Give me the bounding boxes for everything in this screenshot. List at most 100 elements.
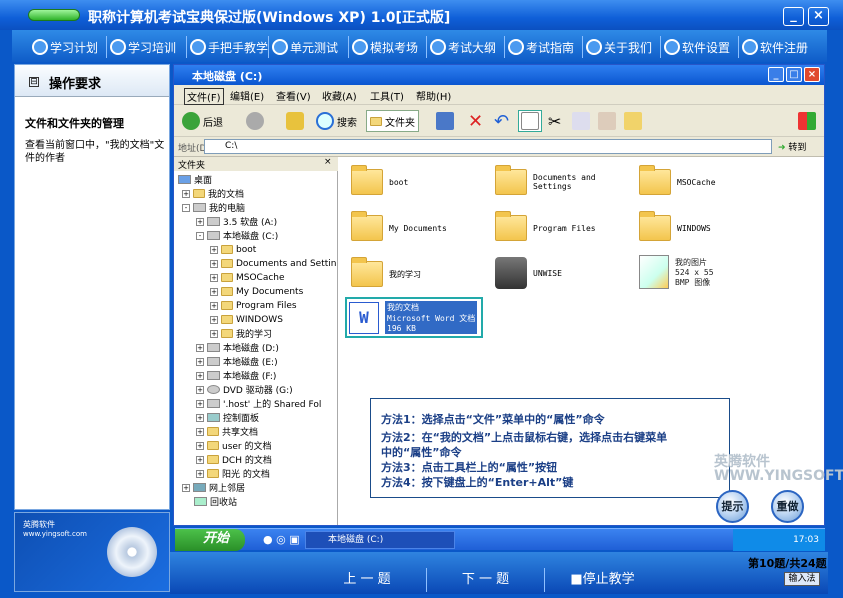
expand-icon[interactable]: + bbox=[196, 399, 204, 408]
nav-training[interactable]: 学习培训 bbox=[106, 36, 176, 58]
forward-button[interactable] bbox=[246, 110, 264, 132]
expand-icon[interactable]: + bbox=[196, 455, 204, 464]
copy-button[interactable] bbox=[572, 110, 590, 132]
nav-study-plan[interactable]: 学习计划 bbox=[32, 36, 98, 58]
expand-icon[interactable]: + bbox=[182, 483, 190, 492]
expand-icon[interactable]: + bbox=[210, 315, 218, 324]
expand-icon[interactable]: + bbox=[196, 217, 204, 226]
expand-icon[interactable]: + bbox=[210, 273, 218, 282]
tree-network[interactable]: + 网上邻居 bbox=[182, 481, 245, 494]
expand-icon[interactable]: + bbox=[210, 259, 218, 268]
tree-folder[interactable]: + WINDOWS bbox=[210, 313, 283, 326]
tree-folder[interactable]: + user 的文档 bbox=[196, 439, 272, 452]
menu-file[interactable]: 文件(F) bbox=[184, 88, 224, 105]
tree-mydocs[interactable]: + 我的文档 bbox=[182, 187, 244, 200]
nav-guide[interactable]: 考试指南 bbox=[504, 36, 574, 58]
item-msocache[interactable]: MSOCache bbox=[639, 165, 716, 195]
close-pane-icon[interactable]: × bbox=[324, 157, 332, 167]
tree-mycomputer[interactable]: - 我的电脑 bbox=[182, 201, 245, 214]
item-unwise[interactable]: UNWISE bbox=[495, 257, 562, 289]
item-boot[interactable]: boot bbox=[351, 165, 408, 195]
up-button[interactable] bbox=[286, 110, 304, 132]
cut-button[interactable]: ✂ bbox=[548, 110, 561, 132]
ime-button[interactable]: 输入法 bbox=[784, 572, 820, 586]
go-button[interactable]: ➜ 转到 bbox=[778, 140, 806, 153]
xp-close-button[interactable]: × bbox=[804, 67, 820, 82]
tree-desktop[interactable]: 桌面 bbox=[178, 173, 212, 186]
prev-question-button[interactable]: 上 一 题 bbox=[308, 568, 426, 592]
expand-icon[interactable]: + bbox=[196, 385, 204, 394]
tree-drive[interactable]: + 本地磁盘 (F:) bbox=[196, 369, 276, 382]
tree-recycle-bin[interactable]: 回收站 bbox=[194, 495, 237, 508]
tree-floppy[interactable]: +3.5 软盘 (A:) bbox=[196, 215, 277, 228]
address-input[interactable]: C:\ bbox=[204, 139, 772, 154]
tree-folder[interactable]: + 共享文档 bbox=[196, 425, 258, 438]
expand-icon[interactable]: + bbox=[210, 245, 218, 254]
nav-about[interactable]: 关于我们 bbox=[582, 36, 652, 58]
tree-drive[interactable]: + 本地磁盘 (E:) bbox=[196, 355, 278, 368]
minimize-button[interactable]: _ bbox=[783, 7, 804, 26]
tree-shared[interactable]: + '.host' 上的 Shared Fol bbox=[196, 397, 321, 410]
tree-folder[interactable]: + 我的学习 bbox=[210, 327, 272, 340]
expand-icon[interactable]: + bbox=[196, 413, 204, 422]
tree-drive[interactable]: + 本地磁盘 (D:) bbox=[196, 341, 279, 354]
menu-favorites[interactable]: 收藏(A) bbox=[322, 88, 357, 103]
expand-icon[interactable]: + bbox=[196, 357, 204, 366]
expand-icon[interactable]: + bbox=[210, 301, 218, 310]
undo-button[interactable]: ↶ bbox=[494, 110, 509, 132]
item-my-documents[interactable]: My Documents bbox=[351, 211, 447, 241]
stop-teaching-button[interactable]: ■停止教学 bbox=[544, 568, 660, 592]
tree-dvd[interactable]: + DVD 驱动器 (G:) bbox=[196, 383, 293, 396]
search-button[interactable]: 搜索 bbox=[316, 110, 357, 132]
nav-settings[interactable]: 软件设置 bbox=[660, 36, 730, 58]
nav-tutorial[interactable]: 手把手教学 bbox=[186, 36, 268, 58]
expand-icon[interactable]: + bbox=[210, 329, 218, 338]
tree-folder[interactable]: + Documents and Settin bbox=[210, 257, 336, 270]
expand-icon[interactable]: + bbox=[196, 371, 204, 380]
collapse-icon[interactable]: - bbox=[182, 203, 190, 212]
expand-icon[interactable]: + bbox=[196, 469, 204, 478]
item-my-document-word[interactable]: W 我的文档 Microsoft Word 文档 196 KB bbox=[345, 297, 484, 338]
next-question-button[interactable]: 下 一 题 bbox=[426, 568, 544, 592]
delete-button[interactable]: ✕ bbox=[468, 110, 483, 132]
item-windows[interactable]: WINDOWS bbox=[639, 211, 711, 241]
folders-button[interactable]: 文件夹 bbox=[366, 110, 419, 132]
xp-minimize-button[interactable]: _ bbox=[768, 67, 784, 82]
back-button[interactable]: 后退 bbox=[182, 110, 223, 132]
tree-folder[interactable]: + boot bbox=[210, 243, 256, 256]
item-my-pictures[interactable]: 我的图片 524 x 55 BMP 图像 bbox=[639, 255, 714, 289]
item-program-files[interactable]: Program Files bbox=[495, 211, 596, 241]
nav-syllabus[interactable]: 考试大纲 bbox=[426, 36, 496, 58]
item-study-folder[interactable]: 我的学习 bbox=[351, 257, 421, 287]
tree-folder[interactable]: + Program Files bbox=[210, 299, 297, 312]
expand-icon[interactable]: + bbox=[196, 343, 204, 352]
nav-unit-test[interactable]: 单元测试 bbox=[268, 36, 338, 58]
tree-folder[interactable]: + DCH 的文档 bbox=[196, 453, 272, 466]
tree-folder[interactable]: + MSOCache bbox=[210, 271, 285, 284]
menu-tools[interactable]: 工具(T) bbox=[370, 88, 404, 103]
expand-icon[interactable]: + bbox=[182, 189, 190, 198]
properties-button[interactable] bbox=[518, 110, 542, 132]
tree-control-panel[interactable]: + 控制面板 bbox=[196, 411, 259, 424]
quicklaunch-icons[interactable]: ● ◎ ▣ bbox=[263, 533, 300, 546]
collapse-icon[interactable]: - bbox=[196, 231, 204, 240]
tree-folder[interactable]: + My Documents bbox=[210, 285, 303, 298]
start-button[interactable]: 开始 bbox=[175, 529, 245, 551]
redo-button[interactable]: 重做 bbox=[771, 490, 804, 523]
menu-edit[interactable]: 编辑(E) bbox=[230, 88, 264, 103]
expand-icon[interactable]: + bbox=[196, 441, 204, 450]
views-button[interactable] bbox=[436, 110, 454, 132]
tree-drive-c[interactable]: - 本地磁盘 (C:) bbox=[196, 229, 278, 242]
menu-help[interactable]: 帮助(H) bbox=[416, 88, 451, 103]
folder-options-button[interactable] bbox=[624, 110, 642, 132]
nav-mock-exam[interactable]: 模拟考场 bbox=[348, 36, 418, 58]
taskbar-window-button[interactable]: 本地磁盘 (C:) bbox=[305, 531, 455, 549]
xp-maximize-button[interactable]: □ bbox=[786, 67, 802, 82]
collapse-icon[interactable]: ⊟ bbox=[29, 77, 39, 87]
tree-folder[interactable]: + 阳光 的文档 bbox=[196, 467, 270, 480]
expand-icon[interactable]: + bbox=[210, 287, 218, 296]
item-documents-settings[interactable]: Documents and Settings bbox=[495, 165, 596, 195]
paste-button[interactable] bbox=[598, 110, 616, 132]
expand-icon[interactable]: + bbox=[196, 427, 204, 436]
hint-button[interactable]: 提示 bbox=[716, 490, 749, 523]
